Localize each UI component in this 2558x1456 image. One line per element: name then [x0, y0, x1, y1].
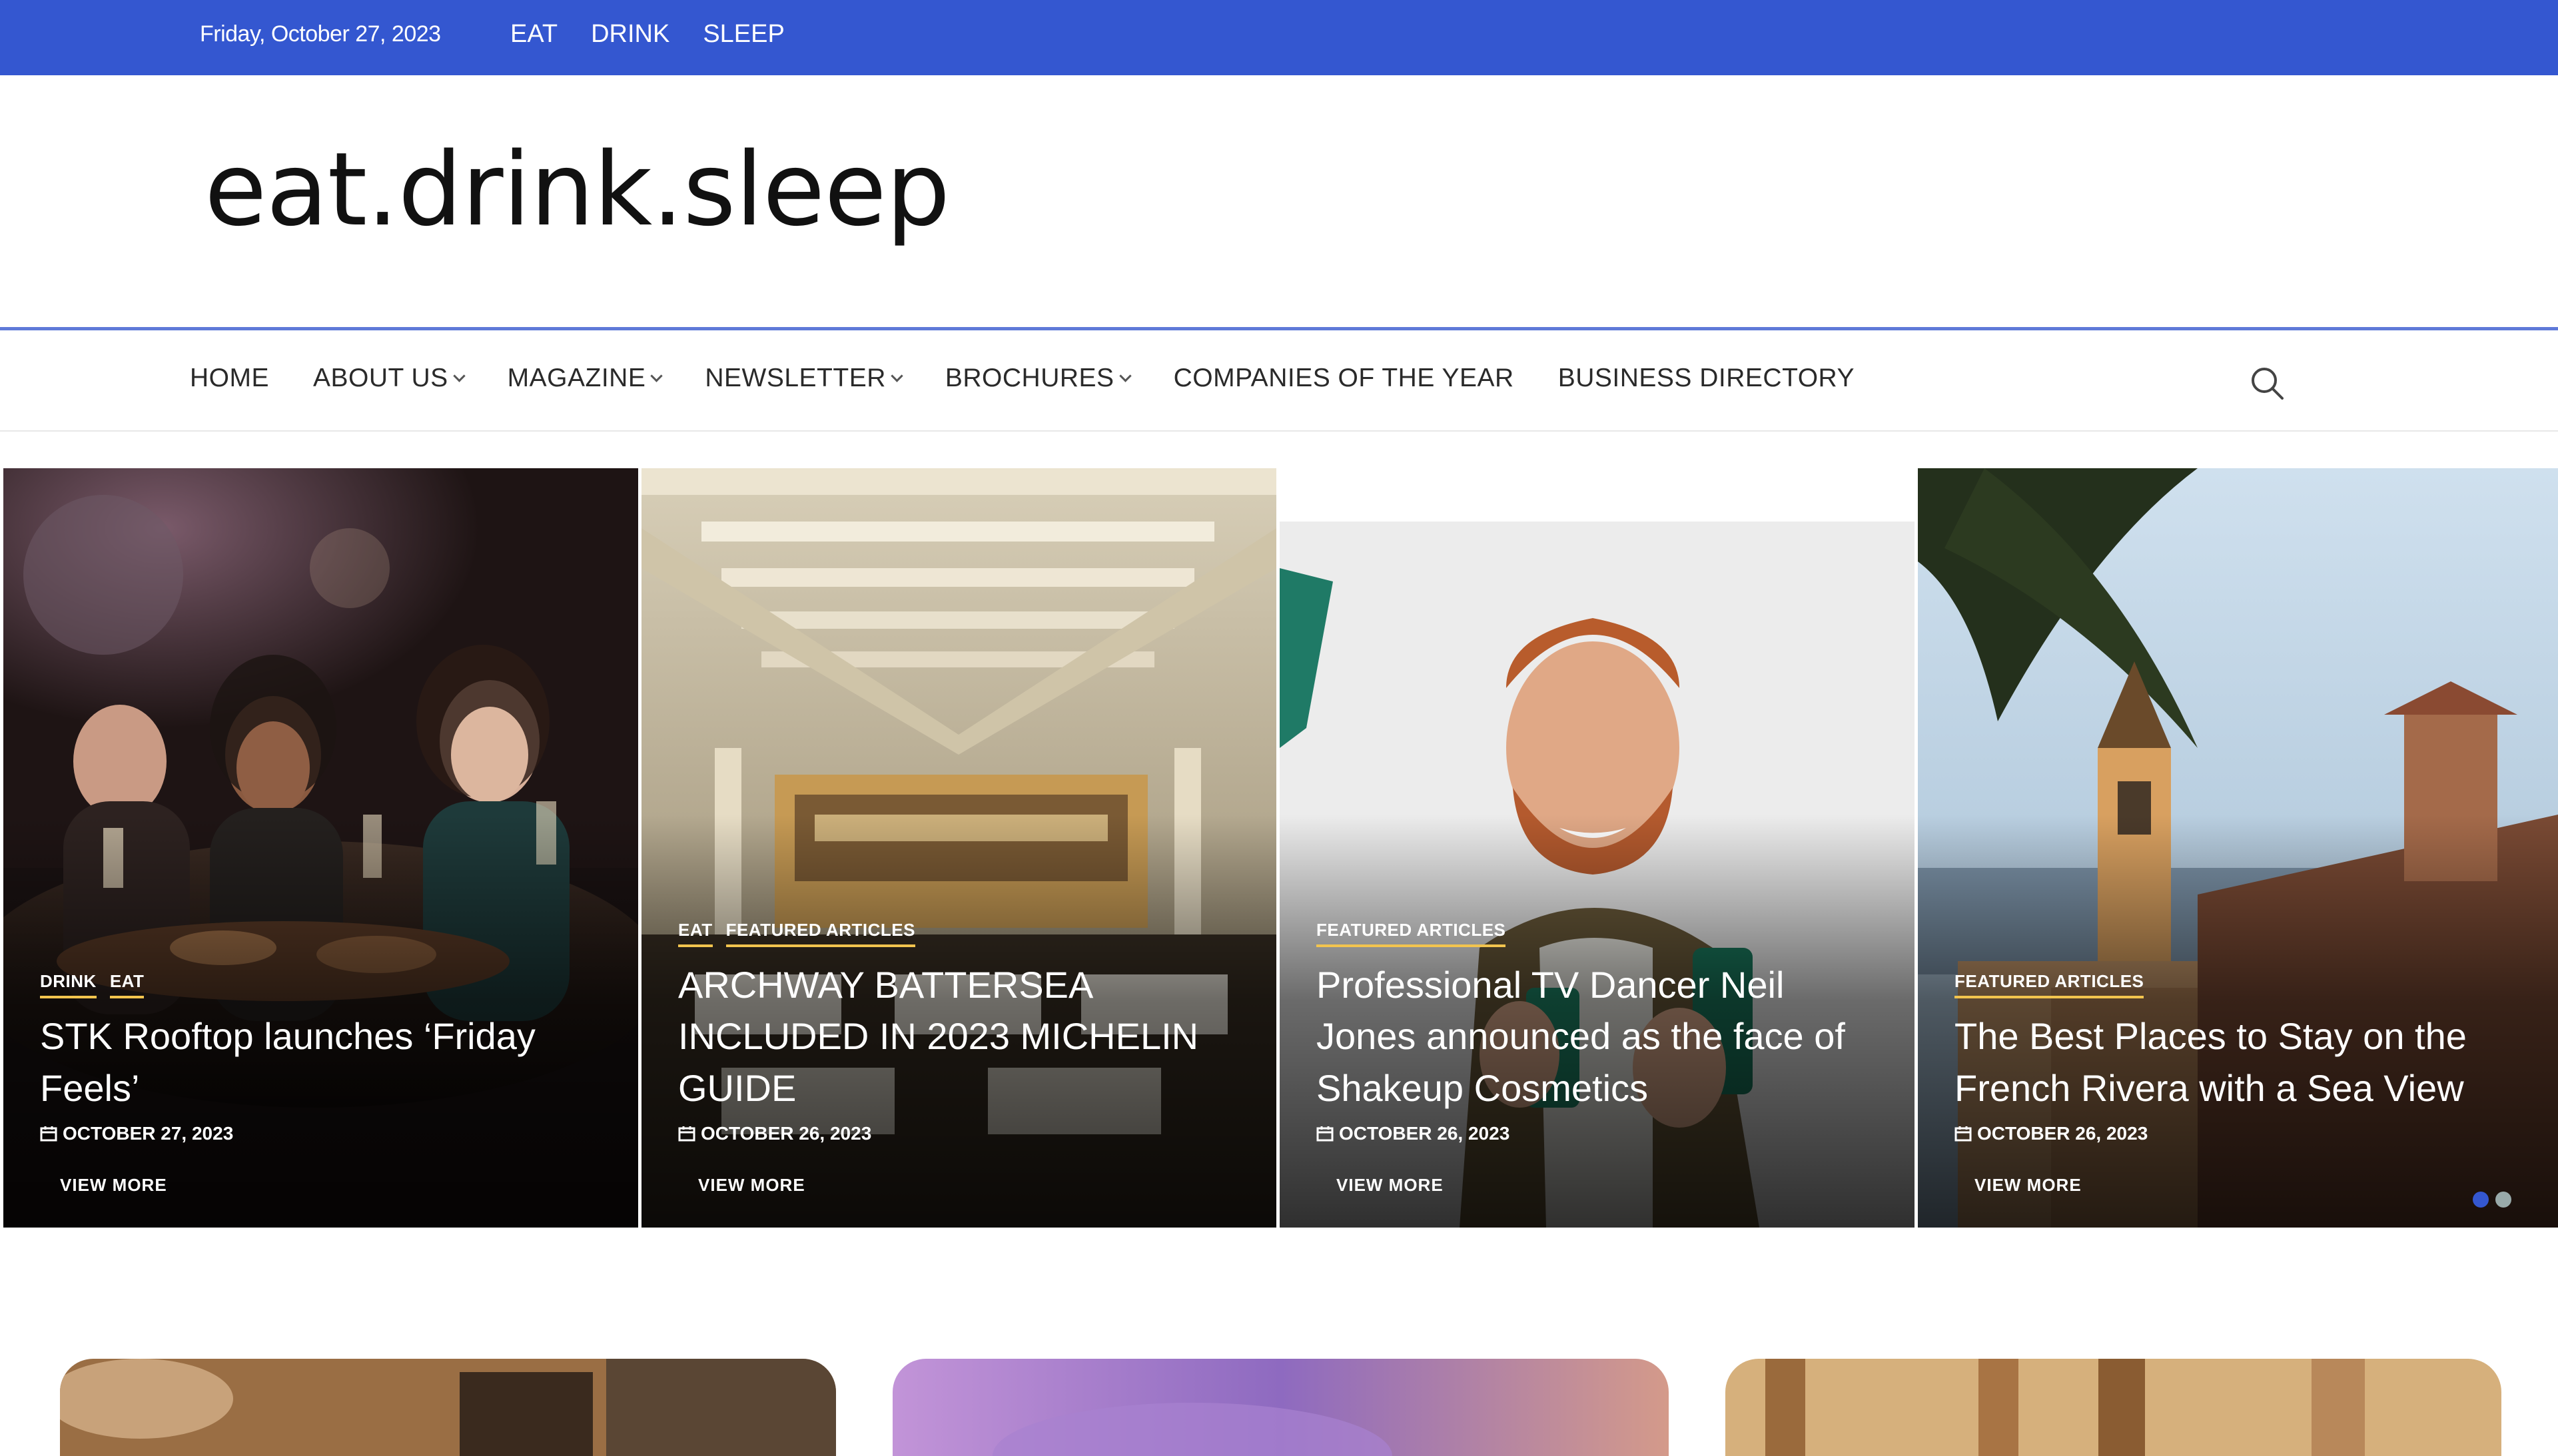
category-tag[interactable]: FEATURED ARTICLES: [725, 920, 915, 948]
site-header: eat.drink.sleep: [0, 75, 2558, 330]
slide-content: EAT FEATURED ARTICLES ARCHWAY BATTERSEA …: [678, 920, 1250, 1196]
current-date: Friday, October 27, 2023: [200, 21, 441, 47]
chevron-down-icon: [452, 369, 466, 382]
slide-categories: EAT FEATURED ARTICLES: [678, 920, 1250, 948]
slide-date: OCTOBER 26, 2023: [678, 1123, 1250, 1144]
nav-item-magazine[interactable]: MAGAZINE: [507, 364, 663, 393]
view-more-link[interactable]: VIEW MORE: [698, 1175, 1250, 1196]
calendar-icon: [678, 1126, 695, 1142]
nav-item-label: COMPANIES OF THE YEAR: [1173, 364, 1514, 392]
article-card[interactable]: [893, 1359, 1669, 1456]
slide-date-text: OCTOBER 26, 2023: [1339, 1123, 1510, 1144]
article-card[interactable]: [1725, 1359, 2501, 1456]
featured-slider: DRINK EAT STK Rooftop launches ‘Friday F…: [3, 468, 2558, 1228]
nav-item-home[interactable]: HOME: [190, 364, 269, 393]
card-image: [60, 1359, 836, 1456]
view-more-link[interactable]: VIEW MORE: [1336, 1175, 1888, 1196]
category-tag[interactable]: EAT: [109, 971, 145, 999]
card-image: [893, 1359, 1669, 1456]
nav-item-about-us[interactable]: ABOUT US: [313, 364, 466, 393]
slide-date: OCTOBER 27, 2023: [40, 1123, 612, 1144]
card-image: [1725, 1359, 2501, 1456]
slide-archway-battersea[interactable]: EAT FEATURED ARTICLES ARCHWAY BATTERSEA …: [641, 468, 1276, 1228]
slide-categories: FEATURED ARTICLES: [1316, 920, 1888, 948]
article-cards: [0, 1359, 2558, 1456]
slider-dot-1[interactable]: [2473, 1192, 2489, 1208]
nav-item-brochures[interactable]: BROCHURES: [945, 364, 1132, 393]
category-tag[interactable]: FEATURED ARTICLES: [1954, 971, 2144, 999]
slide-date: OCTOBER 26, 2023: [1316, 1123, 1888, 1144]
nav-item-label: MAGAZINE: [507, 364, 646, 392]
top-link-sleep[interactable]: SLEEP: [703, 20, 785, 49]
site-logo[interactable]: eat.drink.sleep: [205, 139, 950, 240]
category-tag[interactable]: EAT: [678, 920, 713, 948]
slide-content: FEATURED ARTICLES Professional TV Dancer…: [1316, 920, 1888, 1196]
slide-date-text: OCTOBER 26, 2023: [701, 1123, 872, 1144]
top-link-drink[interactable]: DRINK: [591, 20, 669, 49]
calendar-icon: [40, 1126, 57, 1142]
slide-date-text: OCTOBER 27, 2023: [63, 1123, 234, 1144]
search-button[interactable]: [2245, 361, 2292, 408]
slide-french-riviera[interactable]: FEATURED ARTICLES The Best Places to Sta…: [1918, 468, 2558, 1228]
slide-date: OCTOBER 26, 2023: [1954, 1123, 2531, 1144]
slide-title[interactable]: STK Rooftop launches ‘Friday Feels’: [40, 1010, 612, 1114]
slide-content: FEATURED ARTICLES The Best Places to Sta…: [1954, 971, 2531, 1196]
slide-title[interactable]: ARCHWAY BATTERSEA INCLUDED IN 2023 MICHE…: [678, 959, 1250, 1114]
nav-item-label: BROCHURES: [945, 364, 1114, 392]
slide-title[interactable]: The Best Places to Stay on the French Ri…: [1954, 1010, 2531, 1114]
nav-item-label: NEWSLETTER: [705, 364, 886, 392]
category-tag[interactable]: DRINK: [40, 971, 97, 999]
nav-item-label: HOME: [190, 364, 269, 392]
nav-item-business-directory[interactable]: BUSINESS DIRECTORY: [1558, 364, 1855, 393]
category-tag[interactable]: FEATURED ARTICLES: [1316, 920, 1506, 948]
search-icon: [2252, 368, 2284, 400]
calendar-icon: [1316, 1126, 1334, 1142]
view-more-link[interactable]: VIEW MORE: [60, 1175, 612, 1196]
slide-categories: FEATURED ARTICLES: [1954, 971, 2531, 999]
nav-item-newsletter[interactable]: NEWSLETTER: [705, 364, 903, 393]
chevron-down-icon: [650, 369, 663, 382]
slide-date-text: OCTOBER 26, 2023: [1977, 1123, 2148, 1144]
main-navigation: HOME ABOUT US MAGAZINE NEWSLETTER BROCHU…: [0, 330, 2558, 432]
slide-title[interactable]: Professional TV Dancer Neil Jones announ…: [1316, 959, 1888, 1114]
slider-pagination: [2473, 1192, 2511, 1208]
calendar-icon: [1954, 1126, 1972, 1142]
slide-content: DRINK EAT STK Rooftop launches ‘Friday F…: [40, 971, 612, 1196]
top-links: EAT DRINK SLEEP: [510, 20, 785, 49]
slide-neil-jones[interactable]: FEATURED ARTICLES Professional TV Dancer…: [1280, 468, 1915, 1228]
chevron-down-icon: [891, 369, 903, 382]
slide-categories: DRINK EAT: [40, 971, 612, 999]
nav-item-label: ABOUT US: [313, 364, 448, 392]
nav-item-companies-of-the-year[interactable]: COMPANIES OF THE YEAR: [1174, 364, 1514, 393]
slide-stk-rooftop[interactable]: DRINK EAT STK Rooftop launches ‘Friday F…: [3, 468, 638, 1228]
article-card[interactable]: [60, 1359, 836, 1456]
top-link-eat[interactable]: EAT: [510, 20, 558, 49]
chevron-down-icon: [1118, 369, 1132, 382]
view-more-link[interactable]: VIEW MORE: [1974, 1175, 2531, 1196]
nav-item-label: BUSINESS DIRECTORY: [1557, 364, 1855, 392]
top-bar: Friday, October 27, 2023 EAT DRINK SLEEP: [0, 0, 2558, 75]
slider-dot-2[interactable]: [2495, 1192, 2511, 1208]
